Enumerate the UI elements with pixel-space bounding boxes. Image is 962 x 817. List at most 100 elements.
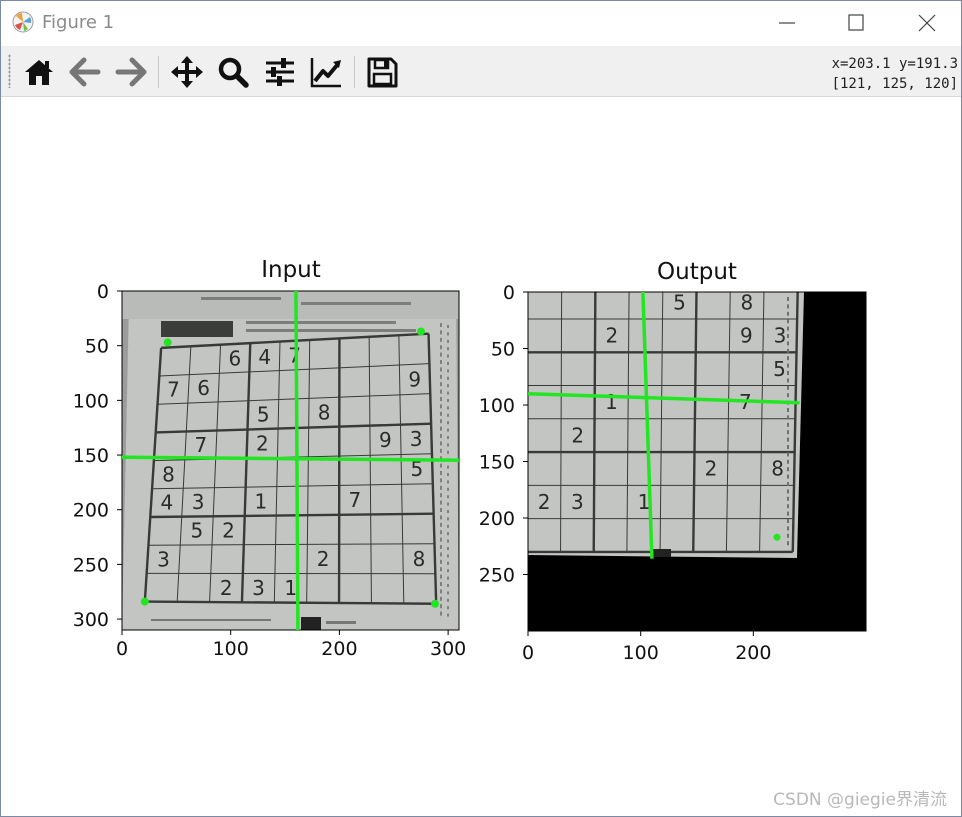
figure-canvas[interactable]: Input 64776958729385431752328231: [1, 97, 961, 816]
sudoku-digit: 5: [257, 403, 270, 427]
page-text-mark: [440, 552, 442, 557]
back-button[interactable]: [68, 55, 102, 89]
page-text-mark: [787, 415, 789, 420]
output-axes-title: Output: [657, 259, 737, 285]
configure-subplots-button[interactable]: [263, 55, 297, 89]
sudoku-digit: 9: [775, 257, 788, 281]
watermark: CSDN @giegie界清流: [773, 790, 947, 810]
page-text-mark: [787, 304, 789, 309]
sudoku-digit: 2: [317, 547, 330, 571]
page-text-mark: [787, 489, 789, 494]
page-text-mark: [447, 450, 449, 454]
page-text-mark: [787, 504, 789, 509]
page-text-mark: [447, 569, 449, 573]
corner-point: [140, 597, 149, 606]
page-text-mark: [447, 584, 449, 587]
page-text-mark: [447, 547, 449, 550]
sudoku-digit: 6: [538, 257, 551, 281]
page-text-mark: [447, 421, 449, 425]
navigation-toolbar: x=203.1 y=191.3 [121, 125, 120]: [1, 46, 961, 97]
page-text-mark: [447, 406, 449, 410]
page-text-mark: [447, 561, 449, 565]
page-text-mark: [787, 452, 789, 457]
page-text-mark: [440, 545, 442, 549]
page-text-mark: [440, 434, 442, 438]
y-tick-label: 200: [73, 500, 109, 522]
close-icon[interactable]: [913, 9, 941, 37]
figure-svg: Input 64776958729385431752328231: [73, 257, 867, 664]
y-tick-label: 200: [479, 508, 515, 530]
x-tick-label: 100: [623, 642, 659, 664]
page-text-mark: [440, 411, 442, 416]
corner-point: [773, 533, 781, 541]
sudoku-digit: 2: [220, 576, 233, 600]
move-icon: [171, 56, 203, 88]
sudoku-digit: 3: [774, 324, 787, 348]
page-text-mark: [440, 404, 442, 409]
page-text-mark: [447, 613, 449, 617]
page-text-mark: [787, 408, 789, 412]
sudoku-digit: 9: [379, 428, 392, 452]
page-text-mark: [787, 467, 789, 472]
page-text-mark: [440, 582, 442, 586]
x-tick-label: 200: [321, 638, 357, 660]
page-text-mark: [447, 376, 449, 380]
page-text-mark: [440, 367, 442, 372]
output-image: 6958729353175228231: [528, 257, 866, 631]
page-text-mark: [447, 554, 449, 558]
y-tick-label: 0: [503, 282, 515, 304]
page-text-mark: [787, 378, 789, 383]
page-text-mark: [787, 533, 789, 538]
minimize-icon[interactable]: [773, 9, 801, 37]
toolbar-grip[interactable]: [8, 54, 11, 88]
y-tick-label: 250: [73, 554, 109, 576]
page-text-mark: [440, 382, 442, 387]
maximize-icon[interactable]: [842, 9, 870, 37]
sudoku-digit: 2: [538, 490, 551, 514]
coords-xy: x=203.1 y=191.3: [831, 56, 958, 72]
page-text-mark: [787, 526, 789, 531]
page-text-mark: [447, 339, 449, 343]
input-axes-title: Input: [261, 257, 321, 283]
edit-axis-button[interactable]: [309, 55, 343, 89]
page-text-mark: [440, 471, 442, 475]
page-text-mark: [440, 515, 442, 520]
page-text-mark: [447, 517, 449, 521]
page-text-mark: [787, 496, 789, 501]
sudoku-digit: 8: [162, 462, 175, 486]
y-tick-label: 100: [73, 390, 109, 412]
page-text-mark: [787, 445, 789, 449]
page-text-mark: [447, 465, 449, 469]
page-text-mark: [787, 341, 789, 346]
zoom-button[interactable]: [216, 55, 250, 89]
page-text-mark: [787, 474, 789, 479]
sudoku-digit: 8: [741, 290, 754, 314]
page-text-mark: [447, 436, 449, 439]
page-text-mark: [440, 522, 442, 527]
home-button[interactable]: [22, 55, 56, 89]
toolbar-separator: [354, 56, 355, 88]
sudoku-digit: 4: [258, 345, 271, 369]
output-axes: Output 6958729353175228231 0100200050100…: [479, 257, 867, 664]
x-tick-label: 100: [213, 638, 249, 660]
page-text-mark: [787, 519, 789, 523]
x-tick-label: 0: [116, 638, 128, 660]
page-text-mark: [440, 426, 442, 431]
sudoku-digit: 1: [254, 489, 267, 513]
page-text-mark: [447, 532, 449, 536]
x-tick-label: 300: [430, 638, 466, 660]
y-tick-label: 0: [97, 281, 109, 303]
pan-button[interactable]: [170, 55, 204, 89]
sudoku-digit: 3: [157, 547, 170, 571]
sudoku-digit: 2: [256, 431, 269, 455]
save-button[interactable]: [365, 55, 399, 89]
sudoku-digit: 2: [705, 457, 718, 481]
sudoku-digit: 2: [222, 518, 235, 542]
page-text-mark: [440, 374, 442, 379]
page-text-mark: [447, 325, 449, 328]
sudoku-digit: 7: [195, 433, 208, 457]
page-text-mark: [787, 363, 789, 368]
page-text-mark: [447, 598, 449, 602]
forward-button[interactable]: [114, 55, 148, 89]
sudoku-digit: 3: [410, 427, 423, 451]
